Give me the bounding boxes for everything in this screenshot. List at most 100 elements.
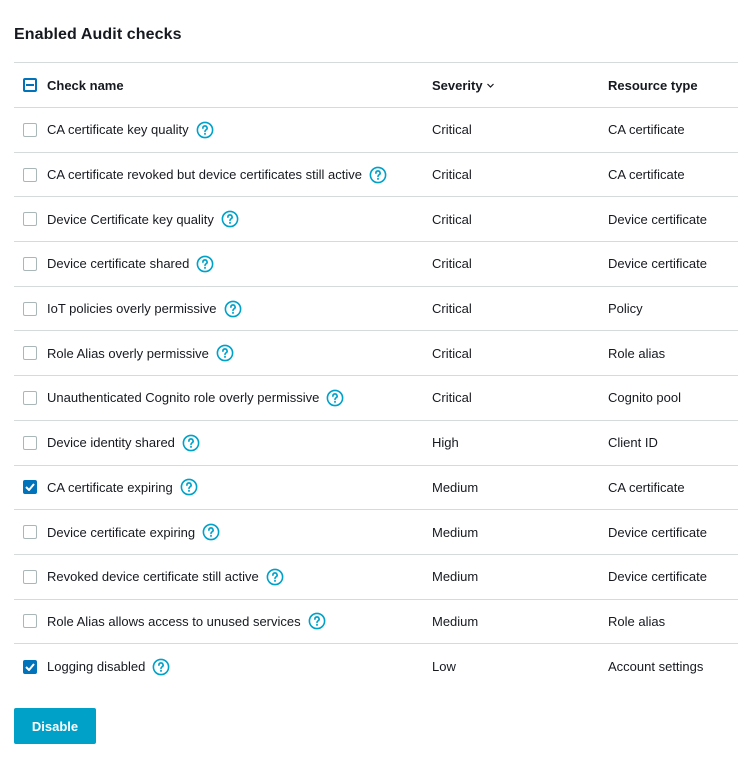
resource-type-cell: Device certificate (608, 211, 707, 227)
row-checkbox-cell[interactable] (23, 197, 39, 241)
check-name: Role Alias allows access to unused servi… (47, 613, 301, 629)
resource-type-cell: CA certificate (608, 167, 685, 183)
row-checkbox[interactable] (23, 569, 37, 584)
resource-type-cell: Cognito pool (608, 390, 681, 406)
select-all-checkbox[interactable] (23, 78, 37, 92)
table-header-row: Check name Severity Resource type (14, 62, 738, 108)
row-checkbox[interactable] (23, 346, 37, 361)
help-circle-icon[interactable] (196, 255, 214, 273)
row-checkbox-cell[interactable] (23, 331, 39, 375)
row-checkbox-cell[interactable] (23, 421, 39, 465)
check-name: Device identity shared (47, 435, 175, 451)
check-name: Device Certificate key quality (47, 211, 214, 227)
severity-cell: High (432, 435, 459, 451)
row-checkbox-cell[interactable] (23, 510, 39, 554)
severity-cell: Critical (432, 122, 472, 138)
check-name-cell: Revoked device certificate still active (47, 555, 284, 599)
check-name-cell: Device certificate expiring (47, 510, 220, 554)
check-name: Revoked device certificate still active (47, 569, 259, 585)
column-header-severity[interactable]: Severity (432, 63, 495, 107)
table-row: Device certificate shared Critical Device … (14, 242, 738, 287)
help-circle-icon[interactable] (180, 478, 198, 496)
severity-cell: Critical (432, 390, 472, 406)
row-checkbox[interactable] (23, 480, 37, 495)
severity-cell: Critical (432, 345, 472, 361)
checkmark-icon (25, 483, 35, 492)
row-checkbox[interactable] (23, 256, 37, 271)
severity-cell: Critical (432, 211, 472, 227)
row-checkbox-cell[interactable] (23, 108, 39, 152)
disable-button[interactable]: Disable (14, 708, 96, 744)
row-checkbox[interactable] (23, 614, 37, 629)
check-name-cell: Device identity shared (47, 421, 200, 465)
column-header-check-name: Check name (47, 77, 124, 93)
help-circle-icon[interactable] (182, 434, 200, 452)
check-name: IoT policies overly permissive (47, 301, 217, 317)
resource-type-cell: Role alias (608, 345, 666, 361)
row-checkbox[interactable] (23, 122, 37, 137)
help-circle-icon[interactable] (216, 344, 234, 362)
check-name-cell: CA certificate key quality (47, 108, 214, 152)
check-name: Role Alias overly permissive (47, 345, 209, 361)
column-header-severity-label: Severity (432, 77, 483, 93)
severity-cell: Low (432, 659, 456, 675)
row-checkbox-cell[interactable] (23, 644, 39, 689)
row-checkbox[interactable] (23, 659, 37, 674)
severity-cell: Medium (432, 569, 479, 585)
row-checkbox[interactable] (23, 167, 37, 182)
resource-type-cell: Client ID (608, 435, 658, 451)
help-circle-icon[interactable] (326, 389, 344, 407)
check-name-cell: Logging disabled (47, 644, 170, 689)
severity-cell: Critical (432, 301, 472, 317)
severity-cell: Critical (432, 256, 472, 272)
check-name: CA certificate expiring (47, 479, 173, 495)
resource-type-cell: CA certificate (608, 479, 685, 495)
check-name: Unauthenticated Cognito role overly perm… (47, 390, 320, 406)
help-circle-icon[interactable] (152, 658, 170, 676)
resource-type-cell: Policy (608, 301, 643, 317)
check-name: Device certificate shared (47, 256, 190, 272)
row-checkbox[interactable] (23, 390, 37, 405)
column-header-resource-type: Resource type (608, 77, 698, 93)
help-circle-icon[interactable] (369, 166, 387, 184)
severity-cell: Critical (432, 167, 472, 183)
table-row: Unauthenticated Cognito role overly perm… (14, 376, 738, 421)
help-circle-icon[interactable] (224, 300, 242, 318)
row-checkbox[interactable] (23, 301, 37, 316)
row-checkbox-cell[interactable] (23, 376, 39, 420)
row-checkbox-cell[interactable] (23, 600, 39, 644)
row-checkbox-cell[interactable] (23, 466, 39, 510)
help-circle-icon[interactable] (221, 210, 239, 228)
check-name: Device certificate expiring (47, 524, 196, 540)
resource-type-cell: Account settings (608, 659, 704, 675)
row-checkbox-cell[interactable] (23, 287, 39, 331)
table-row: Revoked device certificate still active M… (14, 555, 738, 600)
check-name-cell: CA certificate expiring (47, 466, 198, 510)
check-name-cell: Role Alias overly permissive (47, 331, 234, 375)
table-row: Role Alias overly permissive Critical Role… (14, 331, 738, 377)
check-name-cell: Role Alias allows access to unused servi… (47, 600, 326, 644)
check-name-cell: Unauthenticated Cognito role overly perm… (47, 376, 344, 420)
help-circle-icon[interactable] (266, 568, 284, 586)
check-name-cell: Device certificate shared (47, 242, 214, 286)
chevron-down-icon[interactable] (486, 81, 495, 90)
header-checkbox-cell[interactable] (23, 63, 39, 107)
check-name: CA certificate key quality (47, 122, 189, 138)
resource-type-cell: Device certificate (608, 569, 707, 585)
help-circle-icon[interactable] (202, 523, 220, 541)
row-checkbox-cell[interactable] (23, 242, 39, 286)
row-checkbox-cell[interactable] (23, 555, 39, 599)
page-title: Enabled Audit checks (14, 26, 182, 43)
checkmark-icon (25, 662, 35, 671)
table-row: Device certificate expiring Medium Device … (14, 510, 738, 555)
row-checkbox[interactable] (23, 525, 37, 540)
help-circle-icon[interactable] (308, 612, 326, 630)
row-checkbox-cell[interactable] (23, 153, 39, 197)
resource-type-cell: CA certificate (608, 122, 685, 138)
table-row: Logging disabled Low Account settings (14, 644, 738, 689)
resource-type-cell: Role alias (608, 613, 666, 629)
row-checkbox[interactable] (23, 435, 37, 450)
help-circle-icon[interactable] (196, 121, 214, 139)
audit-checks-table: Check name Severity Resource type CA cer… (14, 62, 738, 689)
row-checkbox[interactable] (23, 212, 37, 227)
